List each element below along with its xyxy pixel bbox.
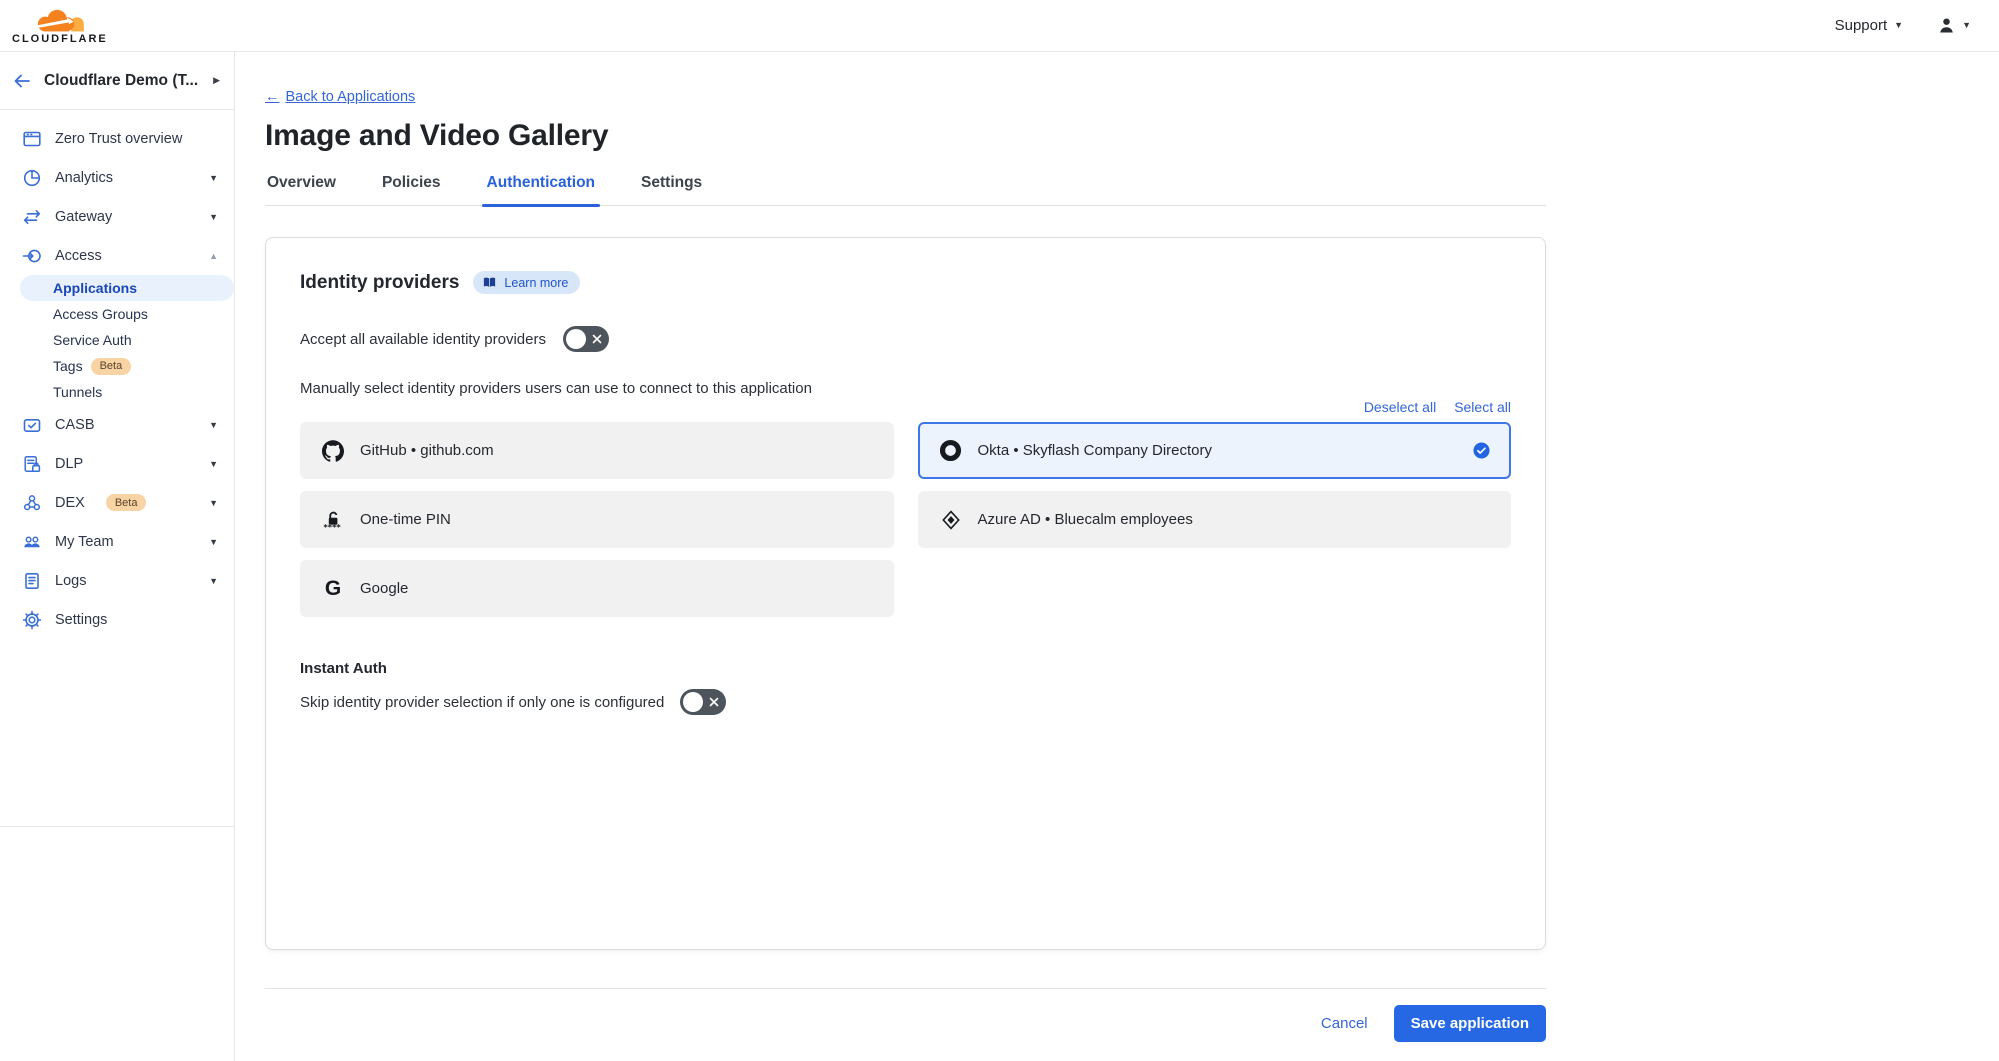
- gateway-icon: [21, 206, 42, 227]
- tab-settings[interactable]: Settings: [639, 174, 704, 205]
- accept-all-label: Accept all available identity providers: [300, 331, 546, 348]
- logs-icon: [21, 570, 42, 591]
- dex-icon: [21, 492, 42, 513]
- main-content: ← Back to Applications Image and Video G…: [235, 52, 1999, 1061]
- provider-okta[interactable]: Okta • Skyflash Company Directory: [918, 422, 1512, 479]
- brand-wordmark: CLOUDFLARE: [12, 33, 108, 45]
- check-icon: [1473, 442, 1490, 459]
- book-icon: [482, 275, 497, 290]
- sidebar-item-gateway[interactable]: Gateway ▼: [0, 197, 234, 236]
- sidebar-item-tags[interactable]: Tags Beta: [0, 353, 234, 379]
- tab-bar: Overview Policies Authentication Setting…: [265, 174, 1546, 206]
- cancel-button[interactable]: Cancel: [1321, 1015, 1368, 1032]
- instant-auth-toggle[interactable]: [680, 689, 726, 715]
- toggle-x-icon: [592, 334, 602, 344]
- provider-google[interactable]: G Google: [300, 560, 894, 617]
- accept-all-toggle[interactable]: [563, 326, 609, 352]
- team-icon: [21, 531, 42, 552]
- chevron-down-icon: ▼: [209, 537, 218, 547]
- sidebar: Cloudflare Demo (T... ▶ Zero Trust overv…: [0, 52, 235, 1061]
- chevron-down-icon: ▼: [209, 420, 218, 430]
- footer-divider: [265, 988, 1546, 989]
- sidebar-item-applications[interactable]: Applications: [20, 275, 234, 301]
- cloudflare-logo[interactable]: CLOUDFLARE: [12, 7, 108, 45]
- beta-badge: Beta: [106, 494, 147, 511]
- sidebar-item-casb[interactable]: CASB ▼: [0, 405, 234, 444]
- sidebar-item-access-groups[interactable]: Access Groups: [0, 301, 234, 327]
- left-arrow-icon: ←: [265, 89, 280, 105]
- sidebar-item-tunnels[interactable]: Tunnels: [0, 379, 234, 405]
- access-icon: [21, 245, 42, 266]
- beta-badge: Beta: [91, 358, 132, 375]
- tab-authentication[interactable]: Authentication: [485, 174, 598, 205]
- provider-grid: GitHub • github.com Okta • Skyflash Comp…: [300, 422, 1511, 617]
- instant-auth-title: Instant Auth: [300, 660, 1511, 677]
- account-name: Cloudflare Demo (T...: [44, 72, 198, 90]
- back-arrow-icon[interactable]: [12, 71, 32, 91]
- github-icon: [321, 440, 345, 462]
- page-title: Image and Video Gallery: [265, 119, 1546, 153]
- overview-icon: [21, 128, 42, 149]
- sidebar-item-analytics[interactable]: Analytics ▼: [0, 158, 234, 197]
- toggle-x-icon: [709, 697, 719, 707]
- support-menu[interactable]: Support ▼: [1835, 17, 1903, 34]
- sidebar-item-my-team[interactable]: My Team ▼: [0, 522, 234, 561]
- one-time-pin-icon: ****: [321, 509, 345, 531]
- chevron-down-icon: ▼: [209, 212, 218, 222]
- sidebar-item-dlp[interactable]: DLP ▼: [0, 444, 234, 483]
- chevron-up-icon: ▲: [209, 251, 218, 261]
- learn-more-badge[interactable]: Learn more: [473, 271, 580, 294]
- sidebar-item-service-auth[interactable]: Service Auth: [0, 327, 234, 353]
- cloudflare-cloud-icon: [31, 7, 89, 32]
- chevron-down-icon: ▼: [209, 576, 218, 586]
- google-icon: G: [321, 577, 345, 601]
- provider-one-time-pin[interactable]: **** One-time PIN: [300, 491, 894, 548]
- gear-icon: [21, 609, 42, 630]
- user-menu[interactable]: ▼: [1937, 16, 1971, 35]
- account-switcher[interactable]: Cloudflare Demo (T... ▶: [0, 52, 234, 110]
- back-to-applications-link[interactable]: ← Back to Applications: [265, 89, 415, 105]
- okta-icon: [939, 439, 963, 462]
- sidebar-item-settings[interactable]: Settings: [0, 600, 234, 639]
- chevron-right-icon: ▶: [213, 75, 220, 86]
- tab-overview[interactable]: Overview: [265, 174, 338, 205]
- toggle-knob: [683, 692, 703, 712]
- top-bar: CLOUDFLARE Support ▼ ▼: [0, 0, 1999, 52]
- sidebar-item-zero-trust-overview[interactable]: Zero Trust overview: [0, 119, 234, 158]
- svg-text:****: ****: [323, 522, 341, 531]
- tab-policies[interactable]: Policies: [380, 174, 443, 205]
- sidebar-nav: Zero Trust overview Analytics ▼ Gateway: [0, 110, 234, 827]
- footer-actions: Cancel Save application: [265, 1005, 1546, 1042]
- person-icon: [1937, 16, 1956, 35]
- save-application-button[interactable]: Save application: [1394, 1005, 1546, 1042]
- chevron-down-icon: ▼: [209, 173, 218, 183]
- casb-icon: [21, 414, 42, 435]
- analytics-icon: [21, 167, 42, 188]
- card-title: Identity providers: [300, 272, 459, 294]
- toggle-knob: [566, 329, 586, 349]
- provider-github[interactable]: GitHub • github.com: [300, 422, 894, 479]
- manual-select-text: Manually select identity providers users…: [300, 380, 1511, 397]
- identity-providers-card: Identity providers Learn more Accept all…: [265, 237, 1546, 950]
- select-all-link[interactable]: Select all: [1454, 399, 1511, 415]
- sidebar-item-dex[interactable]: DEX Beta ▼: [0, 483, 234, 522]
- chevron-down-icon: ▼: [209, 498, 218, 508]
- instant-auth-desc: Skip identity provider selection if only…: [300, 694, 664, 711]
- dlp-icon: [21, 453, 42, 474]
- chevron-down-icon: ▼: [1962, 21, 1971, 30]
- sidebar-item-logs[interactable]: Logs ▼: [0, 561, 234, 600]
- chevron-down-icon: ▼: [209, 459, 218, 469]
- deselect-all-link[interactable]: Deselect all: [1364, 399, 1436, 415]
- azure-ad-icon: [939, 509, 963, 531]
- chevron-down-icon: ▼: [1894, 21, 1903, 30]
- provider-azure-ad[interactable]: Azure AD • Bluecalm employees: [918, 491, 1512, 548]
- sidebar-divider: [0, 826, 234, 827]
- sidebar-item-access[interactable]: Access ▲: [0, 236, 234, 275]
